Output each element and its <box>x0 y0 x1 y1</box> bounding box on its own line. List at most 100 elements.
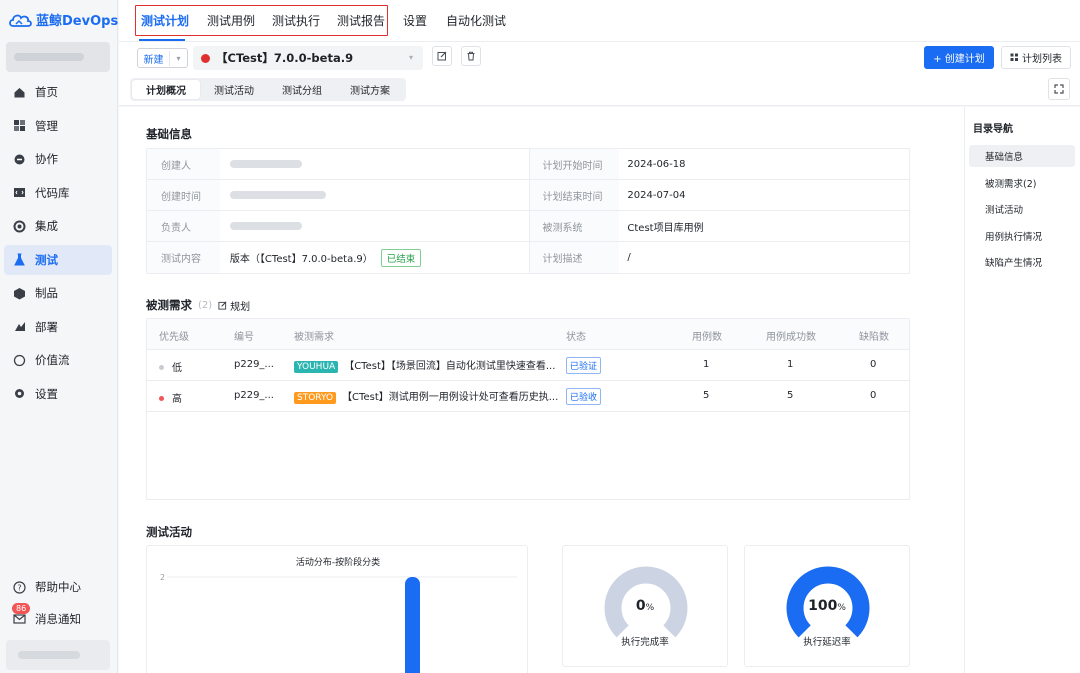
sidebar-item-9[interactable]: 设置 <box>4 379 112 409</box>
column-header: 用例数 <box>692 332 722 343</box>
sub-tabs-row: 计划概况 测试活动 测试分组 测试方案 <box>119 75 1080 106</box>
table-row[interactable]: 高 p229_... STORYO 【CTest】测试用例一用例设计处可查看历史执..… <box>147 381 909 412</box>
sidebar-item-5[interactable]: 测试 <box>4 244 112 275</box>
priority-dot <box>159 396 164 401</box>
success-cell: 1 <box>787 359 794 370</box>
project-selector[interactable] <box>6 42 110 72</box>
sidebar-item-3[interactable]: 代码库 <box>4 178 112 208</box>
requirements-header: 被测需求 (2) 规划 <box>146 297 250 313</box>
bar[interactable] <box>405 577 420 673</box>
sidebar-item-7[interactable]: 部署 <box>4 312 112 342</box>
sidebar-item-label: 制品 <box>35 286 58 300</box>
plan-toolbar: 新建 ▾ 【CTest】7.0.0-beta.9 ▾ + 创建计划 计划列表 <box>119 42 1080 75</box>
plan-list-button[interactable]: 计划列表 <box>1001 46 1071 69</box>
delay-rate-card: 100% 执行延迟率 <box>744 545 910 667</box>
cases-cell: 1 <box>703 359 710 370</box>
status-tag: 已验证 <box>566 357 602 374</box>
sidebar-item-8[interactable]: 价值流 <box>4 345 112 375</box>
end-time-value: 2024-07-04 <box>627 189 686 201</box>
tab-test-plan[interactable]: 测试计划 <box>141 12 189 29</box>
sidebar-item-0[interactable]: 首页 <box>4 77 112 107</box>
column-header: 编号 <box>234 332 254 343</box>
table-header-row: 优先级 编号 被测需求 状态 用例数 用例成功数 缺陷数 <box>147 319 909 350</box>
plan-requirements-link[interactable]: 规划 <box>218 298 250 313</box>
trash-icon <box>467 51 475 61</box>
subtab-test-scheme[interactable]: 测试方案 <box>336 80 404 99</box>
tab-automation-test[interactable]: 自动化测试 <box>446 12 506 29</box>
tab-test-report[interactable]: 测试报告 <box>337 12 385 29</box>
requirement-name: 【CTest】测试用例一用例设计处可查看历史执... <box>342 392 559 403</box>
toc-item-requirements[interactable]: 被测需求(2) <box>969 172 1075 194</box>
fullscreen-button[interactable] <box>1048 78 1070 100</box>
create-plan-button[interactable]: + 创建计划 <box>924 46 994 69</box>
status-tag: 已验收 <box>566 388 602 405</box>
edit-icon <box>437 51 447 61</box>
delay-rate-value: 100% <box>808 598 846 614</box>
code-repo-icon <box>13 186 26 199</box>
system-label: 被测系统 <box>529 211 620 241</box>
sidebar: 蓝鲸DevOps 首页管理协作代码库集成测试制品部署价值流设置 ? 帮助中心 消… <box>0 0 118 673</box>
notifications-label: 消息通知 <box>35 611 81 626</box>
creator-value <box>220 149 530 179</box>
requirement-cell[interactable]: YOUHUA 【CTest】【场景回流】自动化测试里快速查看... <box>294 357 555 373</box>
sidebar-item-1[interactable]: 管理 <box>4 111 112 141</box>
activity-title: 测试活动 <box>146 525 192 539</box>
type-tag: STORYO <box>294 392 337 404</box>
brand-logo[interactable]: 蓝鲸DevOps <box>8 10 118 29</box>
sidebar-item-label: 首页 <box>35 85 58 99</box>
completion-rate-value: 0% <box>635 598 655 614</box>
manage-icon <box>13 119 26 132</box>
toc-item-defects[interactable]: 缺陷产生情况 <box>969 251 1075 273</box>
new-dropdown-button[interactable]: 新建 ▾ <box>137 48 188 68</box>
chart-title: 活动分布-按阶段分类 <box>296 556 380 568</box>
subtab-test-group[interactable]: 测试分组 <box>268 80 336 99</box>
column-header: 状态 <box>566 332 586 343</box>
sidebar-item-2[interactable]: 协作 <box>4 144 112 174</box>
svg-text:?: ? <box>17 583 21 592</box>
sidebar-item-label: 集成 <box>35 219 58 233</box>
new-button-label: 新建 <box>138 50 170 66</box>
description-label: 计划描述 <box>529 242 620 273</box>
defects-cell: 0 <box>870 390 877 401</box>
defects-cell: 0 <box>870 359 877 370</box>
subtab-plan-overview[interactable]: 计划概况 <box>132 80 200 99</box>
plan-selector[interactable]: 【CTest】7.0.0-beta.9 ▾ <box>193 46 423 70</box>
grid-icon <box>1010 53 1018 61</box>
priority-cell: 低 <box>159 359 182 374</box>
tab-test-execution[interactable]: 测试执行 <box>272 12 320 29</box>
column-header: 用例成功数 <box>766 332 816 343</box>
toc-item-basic-info[interactable]: 基础信息 <box>969 145 1075 167</box>
plan-list-label: 计划列表 <box>1022 54 1062 65</box>
artifact-box-icon <box>13 287 26 300</box>
cases-cell: 5 <box>703 390 710 401</box>
column-header: 被测需求 <box>294 332 334 343</box>
value-stream-icon <box>13 354 26 367</box>
column-header: 优先级 <box>159 332 189 343</box>
test-flask-icon <box>13 253 26 266</box>
user-account[interactable] <box>6 640 110 670</box>
delete-plan-button[interactable] <box>461 46 481 66</box>
table-row[interactable]: 低 p229_... YOUHUA 【CTest】【场景回流】自动化测试里快速查看..… <box>147 350 909 381</box>
active-tab-indicator <box>139 39 185 41</box>
sidebar-item-6[interactable]: 制品 <box>4 278 112 308</box>
toc-item-case-execution[interactable]: 用例执行情况 <box>969 225 1075 247</box>
owner-value <box>220 211 530 241</box>
subtab-test-activity[interactable]: 测试活动 <box>200 80 268 99</box>
tab-test-cases[interactable]: 测试用例 <box>207 12 255 29</box>
success-cell: 5 <box>787 390 794 401</box>
edit-plan-button[interactable] <box>432 46 452 66</box>
requirement-cell[interactable]: STORYO 【CTest】测试用例一用例设计处可查看历史执... <box>294 388 559 404</box>
sidebar-item-label: 价值流 <box>35 353 70 367</box>
id-cell: p229_... <box>234 359 274 370</box>
y-tick-label: 2 <box>160 573 165 582</box>
system-value: Ctest项目库用例 <box>627 222 704 234</box>
requirements-title: 被测需求 <box>146 298 192 312</box>
help-label: 帮助中心 <box>35 580 81 594</box>
sidebar-item-label: 管理 <box>35 118 58 133</box>
tab-settings[interactable]: 设置 <box>403 12 427 29</box>
sidebar-item-4[interactable]: 集成 <box>4 211 112 241</box>
top-navigation: 测试计划 测试用例 测试执行 测试报告 设置 自动化测试 <box>119 0 1080 42</box>
sidebar-item-help[interactable]: ? 帮助中心 <box>4 573 112 601</box>
toc-item-activity[interactable]: 测试活动 <box>969 198 1075 220</box>
created-time-label: 创建时间 <box>147 180 220 210</box>
